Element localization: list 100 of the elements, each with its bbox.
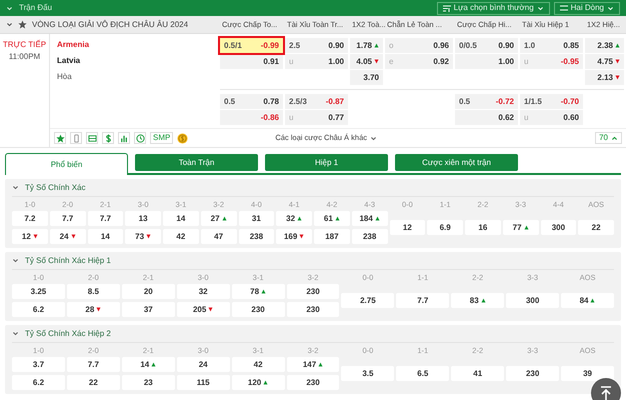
- odds-cell[interactable]: 37: [122, 302, 175, 317]
- phone-icon[interactable]: [70, 132, 82, 144]
- odds-cell[interactable]: 230: [286, 375, 340, 390]
- odds-cell[interactable]: 14: [88, 229, 124, 244]
- odds-cell[interactable]: 2.13: [585, 70, 624, 85]
- odds-cell[interactable]: 0/0.5 0.90: [455, 38, 518, 53]
- odds-cell[interactable]: u 0.77: [285, 110, 348, 125]
- odds-cell[interactable]: 1/1.5 -0.70: [520, 94, 583, 109]
- screen-icon[interactable]: [86, 132, 98, 144]
- odds-cell[interactable]: 31: [238, 211, 274, 226]
- odds-cell[interactable]: 0.91: [220, 54, 283, 69]
- odds-cell[interactable]: 24: [176, 357, 230, 372]
- bet-count-button[interactable]: 70: [595, 132, 622, 144]
- tab[interactable]: Hiệp 1: [265, 154, 388, 171]
- odds-cell[interactable]: 13: [125, 211, 161, 226]
- odds-cell[interactable]: 23: [122, 375, 175, 390]
- odds-cell[interactable]: 2.5/3 -0.87: [285, 94, 348, 109]
- odds-cell[interactable]: 39: [561, 366, 614, 381]
- odds-cell[interactable]: 78: [232, 284, 285, 299]
- odds-cell[interactable]: 2.38: [585, 38, 624, 53]
- odds-cell[interactable]: 7.7: [396, 293, 450, 308]
- odds-cell[interactable]: 22: [66, 375, 120, 390]
- odds-cell[interactable]: 300: [540, 220, 576, 235]
- odds-cell[interactable]: 84: [561, 293, 614, 308]
- odds-cell[interactable]: 32: [276, 211, 312, 226]
- coin-icon[interactable]: [177, 132, 188, 144]
- odds-cell[interactable]: 12: [390, 220, 426, 235]
- tab[interactable]: Cược xiên một trận: [395, 154, 518, 171]
- odds-cell[interactable]: 4.75: [585, 54, 624, 69]
- odds-cell[interactable]: 20: [122, 284, 175, 299]
- odds-cell[interactable]: 22: [578, 220, 614, 235]
- odds-cell[interactable]: e 0.92: [385, 54, 453, 69]
- odds-cell[interactable]: 14: [163, 211, 199, 226]
- odds-cell[interactable]: 230: [286, 302, 340, 317]
- odds-cell[interactable]: 16: [465, 220, 501, 235]
- bar-chart-icon[interactable]: [118, 132, 130, 144]
- odds-cell[interactable]: 169: [276, 229, 312, 244]
- star-icon[interactable]: [54, 132, 66, 144]
- odds-cell[interactable]: 77: [502, 220, 538, 235]
- odds-cell[interactable]: 6.2: [12, 375, 65, 390]
- odds-cell[interactable]: 73: [125, 229, 161, 244]
- odds-cell[interactable]: 6.2: [12, 302, 65, 317]
- odds-cell[interactable]: 1.0 0.85: [520, 38, 583, 53]
- odds-cell[interactable]: 205: [176, 302, 230, 317]
- odds-cell[interactable]: 1.00: [455, 54, 518, 69]
- odds-cell[interactable]: 300: [506, 293, 560, 308]
- odds-cell[interactable]: 41: [451, 366, 504, 381]
- odds-cell[interactable]: o 0.96: [385, 38, 453, 53]
- odds-cell[interactable]: 8.5: [66, 284, 120, 299]
- caret-icon[interactable]: [6, 21, 13, 28]
- caret-icon[interactable]: [12, 184, 19, 191]
- odds-cell[interactable]: 147: [286, 357, 340, 372]
- odds-cell[interactable]: u 1.00: [285, 54, 348, 69]
- smp-button[interactable]: SMP: [150, 132, 174, 144]
- tab[interactable]: Phổ biến: [5, 153, 128, 175]
- odds-cell[interactable]: 7.7: [88, 211, 124, 226]
- odds-cell[interactable]: 238: [352, 229, 388, 244]
- odds-cell[interactable]: 3.70: [350, 70, 383, 85]
- odds-cell[interactable]: u -0.95: [520, 54, 583, 69]
- odds-cell[interactable]: 83: [451, 293, 504, 308]
- odds-cell[interactable]: 1.78: [350, 38, 383, 53]
- odds-cell[interactable]: 7.7: [66, 357, 120, 372]
- odds-cell[interactable]: 6.9: [427, 220, 463, 235]
- odds-cell[interactable]: 238: [238, 229, 274, 244]
- caret-icon[interactable]: [12, 257, 19, 264]
- odds-cell[interactable]: 47: [200, 229, 236, 244]
- odds-cell[interactable]: 187: [314, 229, 350, 244]
- odds-cell[interactable]: 230: [506, 366, 560, 381]
- odds-cell[interactable]: 28: [66, 302, 120, 317]
- caret-icon[interactable]: [6, 4, 13, 12]
- tab[interactable]: Toàn Trận: [135, 154, 258, 171]
- odds-cell[interactable]: 27: [200, 211, 236, 226]
- odds-cell[interactable]: 4.05: [350, 54, 383, 69]
- dollar-icon[interactable]: [102, 132, 114, 144]
- odds-cell[interactable]: 32: [176, 284, 230, 299]
- odds-cell[interactable]: -0.86: [220, 110, 283, 125]
- odds-cell[interactable]: 42: [163, 229, 199, 244]
- odds-cell[interactable]: 2.75: [341, 293, 394, 308]
- caret-icon[interactable]: [12, 330, 19, 337]
- clock-icon[interactable]: [134, 132, 146, 144]
- odds-cell[interactable]: 0.5 -0.72: [455, 94, 518, 109]
- odds-cell[interactable]: 184: [352, 211, 388, 226]
- odds-cell[interactable]: 6.5: [396, 366, 450, 381]
- odds-cell[interactable]: 61: [314, 211, 350, 226]
- odds-cell[interactable]: 2.5 0.90: [285, 38, 348, 53]
- odds-cell[interactable]: 12: [12, 229, 48, 244]
- odds-cell[interactable]: 3.5: [341, 366, 394, 381]
- odds-cell[interactable]: 120: [232, 375, 285, 390]
- odds-cell[interactable]: 0.5/1 -0.99: [220, 38, 283, 53]
- odds-cell[interactable]: 7.2: [12, 211, 48, 226]
- odds-cell[interactable]: 3.25: [12, 284, 65, 299]
- odds-cell[interactable]: 115: [176, 375, 230, 390]
- dropdown-button[interactable]: Lựa chọn bình thường: [436, 2, 550, 14]
- odds-cell[interactable]: 230: [286, 284, 340, 299]
- odds-cell[interactable]: 230: [232, 302, 285, 317]
- star-icon[interactable]: [18, 20, 27, 29]
- odds-cell[interactable]: 24: [50, 229, 86, 244]
- odds-cell[interactable]: 14: [122, 357, 175, 372]
- dropdown-button[interactable]: Hai Dòng: [554, 2, 620, 14]
- odds-cell[interactable]: u 0.60: [520, 110, 583, 125]
